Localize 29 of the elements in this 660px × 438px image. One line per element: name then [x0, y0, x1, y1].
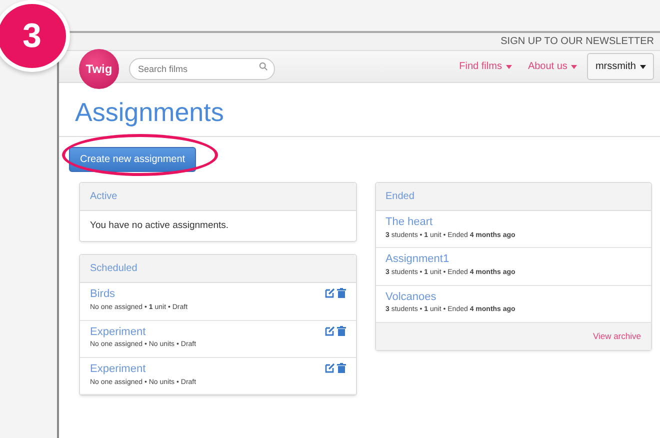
search-field[interactable]: Search films — [129, 58, 275, 80]
trash-icon[interactable] — [336, 362, 346, 373]
assignment-title-link[interactable]: Assignment1 — [386, 253, 516, 268]
edit-icon[interactable] — [324, 288, 334, 298]
page-title: Assignments — [75, 97, 225, 128]
empty-message: You have no active assignments. — [89, 219, 230, 234]
panel-heading: Ended — [376, 183, 651, 212]
caret-icon — [640, 64, 646, 68]
step-number-badge: 3 — [0, 0, 70, 72]
panel-heading: Active — [80, 183, 356, 212]
view-archive-link[interactable]: View archive — [592, 330, 641, 341]
create-assignment-button[interactable]: Create new assignment — [69, 147, 196, 172]
assignment-title-link[interactable]: Volcanoes — [386, 290, 516, 304]
assignment-title-link[interactable]: The heart — [386, 216, 516, 230]
trash-icon[interactable] — [336, 288, 346, 298]
assignment-title-link[interactable]: Experiment — [90, 362, 196, 377]
caret-icon — [506, 64, 512, 68]
nav-menu-link[interactable]: About us — [528, 59, 578, 74]
search-icon — [259, 62, 268, 70]
assignment-title-link[interactable]: Experiment — [90, 326, 196, 340]
trash-icon[interactable] — [336, 326, 346, 336]
edit-icon[interactable] — [324, 362, 334, 373]
panel-heading: Scheduled — [80, 255, 356, 284]
user-menu[interactable]: mrssmith — [587, 53, 654, 80]
edit-icon[interactable] — [324, 326, 334, 336]
caret-icon — [571, 64, 578, 68]
nav-menu-link[interactable]: Find films — [459, 59, 512, 74]
assignment-title-link[interactable]: Birds — [90, 288, 188, 302]
twig-logo[interactable]: Twig — [79, 48, 119, 88]
